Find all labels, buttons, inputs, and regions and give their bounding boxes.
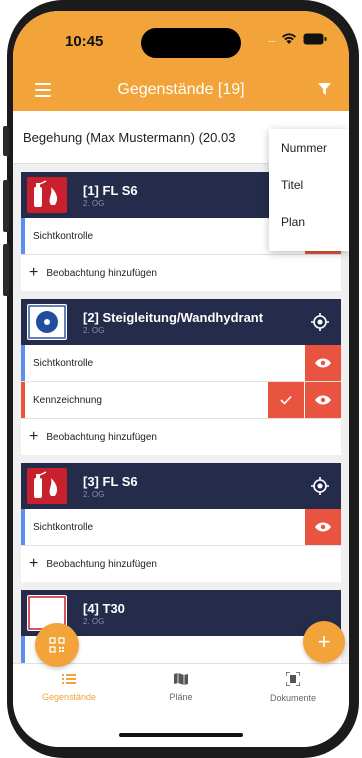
status-icons: ....: [268, 33, 327, 45]
item-card-header[interactable]: [3] FL S6 2. OG: [21, 463, 341, 509]
item-title: [3] FL S6: [83, 473, 138, 489]
extinguisher-icon: [27, 177, 67, 213]
view-observation-button[interactable]: [305, 345, 341, 381]
qr-code-icon: [49, 637, 65, 653]
locate-target-icon[interactable]: [311, 313, 329, 331]
hydrant-icon: [27, 304, 67, 340]
extinguisher-icon: [27, 468, 67, 504]
view-observation-button[interactable]: [305, 382, 341, 418]
add-item-button[interactable]: +: [303, 621, 345, 663]
observation-row[interactable]: Kennzeichnung: [21, 382, 341, 419]
add-observation-label: Beobachtung hinzufügen: [46, 558, 157, 570]
item-floor: 2. OG: [83, 198, 105, 208]
item-title: [1] FL S6: [83, 182, 138, 198]
eye-icon: [315, 395, 331, 405]
tab-plaene[interactable]: Pläne: [125, 672, 237, 702]
observation-label: Sichtkontrolle: [33, 230, 94, 242]
add-observation-label: Beobachtung hinzufügen: [46, 431, 157, 443]
item-card-header[interactable]: [2] Steigleitung/Wandhydrant 2. OG: [21, 299, 341, 345]
add-observation-button[interactable]: + Beobachtung hinzufügen: [21, 419, 341, 455]
volume-up-button: [3, 180, 9, 232]
tab-dokumente[interactable]: Dokumente: [237, 671, 349, 703]
home-indicator: [119, 733, 243, 737]
checkmark-icon: [280, 395, 292, 405]
volume-down-button: [3, 244, 9, 296]
observation-row[interactable]: Sichtkontrolle: [21, 345, 341, 382]
qr-scan-button[interactable]: [35, 623, 79, 667]
sort-option-title[interactable]: Titel: [269, 166, 349, 203]
item-floor: 2. OG: [83, 489, 105, 499]
locate-target-icon[interactable]: [311, 477, 329, 495]
item-card[interactable]: [2] Steigleitung/Wandhydrant 2. OG Sicht…: [21, 299, 341, 455]
observation-label: Sichtkontrolle: [33, 357, 94, 369]
add-observation-button[interactable]: + Beobachtung hinzufügen: [21, 255, 341, 291]
observation-status-bar: [21, 509, 25, 545]
page-title: Gegenstände [19]: [117, 81, 245, 98]
document-scan-icon: [285, 671, 301, 687]
item-title: [2] Steigleitung/Wandhydrant: [83, 309, 264, 325]
observation-status-bar: [21, 345, 25, 381]
item-floor: 2. OG: [83, 325, 105, 335]
observation-label: Sichtkontrolle: [33, 521, 94, 533]
eye-icon: [315, 358, 331, 368]
observation-status-bar: [21, 218, 25, 254]
observation-label: Kennzeichnung: [33, 394, 102, 406]
sort-option-plan[interactable]: Plan: [269, 203, 349, 240]
list-icon: [62, 674, 76, 684]
confirm-observation-button[interactable]: [268, 382, 304, 418]
top-nav-bar: Gegenstände [19]: [13, 69, 349, 111]
status-bar: 10:45 ....: [13, 11, 349, 69]
tab-label: Gegenstände: [41, 692, 97, 702]
battery-icon: [303, 33, 327, 45]
dynamic-island: [141, 28, 241, 58]
mute-switch: [3, 126, 9, 156]
wifi-icon: [282, 33, 296, 44]
add-observation-label: Beobachtung hinzufügen: [46, 267, 157, 279]
plus-icon: +: [29, 428, 39, 445]
eye-icon: [315, 522, 331, 532]
sort-dropdown-menu: Nummer Titel Plan: [269, 129, 349, 251]
observation-status-bar: [21, 636, 25, 663]
plus-icon: +: [29, 264, 39, 281]
filter-icon[interactable]: [318, 83, 331, 96]
tab-label: Pläne: [169, 692, 193, 702]
observation-row[interactable]: Sichtkontrolle: [21, 509, 341, 546]
plus-icon: +: [29, 555, 39, 572]
cellular-signal-icon: ....: [267, 33, 276, 45]
sort-option-number[interactable]: Nummer: [269, 129, 349, 166]
add-observation-button[interactable]: + Beobachtung hinzufügen: [21, 546, 341, 582]
tab-gegenstaende[interactable]: Gegenstände: [13, 672, 125, 702]
status-time: 10:45: [65, 33, 104, 50]
view-observation-button[interactable]: [305, 509, 341, 545]
observation-status-bar: [21, 382, 25, 418]
item-card[interactable]: [3] FL S6 2. OG Sichtkontrolle + Beobach: [21, 463, 341, 582]
tab-label: Dokumente: [269, 693, 317, 703]
item-title: [4] T30: [83, 600, 125, 616]
item-floor: 2. OG: [83, 616, 105, 626]
map-icon: [174, 673, 188, 685]
plus-icon: +: [317, 629, 331, 654]
screen: 10:45 .... Gegenstände [19] Begehung (Ma…: [13, 11, 349, 747]
inspection-label: Begehung (Max Mustermann) (20.03: [23, 129, 236, 145]
